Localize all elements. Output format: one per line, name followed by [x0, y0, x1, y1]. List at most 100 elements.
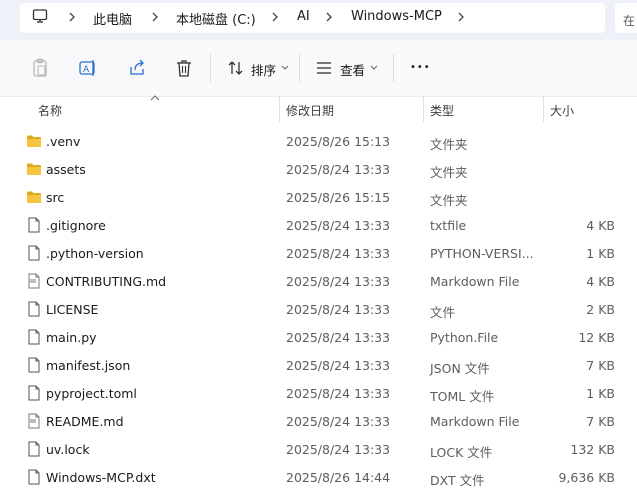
breadcrumb-item-this-pc[interactable]: 此电脑 [93, 9, 132, 28]
file-row[interactable]: pyproject.toml 2025/8/24 13:33 TOML 文件 1 KB [0, 379, 637, 407]
file-icon [28, 469, 40, 485]
chevron-right-icon[interactable] [66, 11, 78, 23]
chevron-down-icon [370, 65, 378, 70]
column-divider[interactable] [543, 96, 544, 122]
file-row[interactable]: assets 2025/8/24 13:33 文件夹 [0, 155, 637, 183]
file-icon [28, 245, 40, 261]
file-name: CONTRIBUTING.md [46, 274, 167, 289]
file-row[interactable]: src 2025/8/26 15:15 文件夹 [0, 183, 637, 211]
breadcrumb-item-windows-mcp[interactable]: Windows-MCP [351, 9, 442, 24]
file-date-modified: 2025/8/24 13:33 [286, 414, 391, 429]
file-name: manifest.json [46, 358, 131, 373]
file-type: txtfile [430, 218, 467, 233]
file-size: 4 KB [586, 274, 615, 289]
file-date-modified: 2025/8/24 13:33 [286, 442, 391, 457]
file-name: uv.lock [46, 442, 90, 457]
sort-icon [228, 61, 243, 75]
chevron-right-icon[interactable] [269, 11, 281, 23]
file-date-modified: 2025/8/24 13:33 [286, 218, 391, 233]
file-size: 1 KB [586, 386, 615, 401]
command-bar: A 排序 查看 ••• [0, 40, 637, 97]
file-size: 7 KB [586, 358, 615, 373]
file-icon [28, 217, 40, 233]
toolbar-divider [299, 54, 300, 82]
file-type: 文件夹 [430, 165, 468, 180]
file-date-modified: 2025/8/24 13:33 [286, 302, 391, 317]
file-type: Python.File [430, 330, 499, 345]
chevron-down-icon [281, 65, 289, 70]
file-row[interactable]: main.py 2025/8/24 13:33 Python.File 12 KB [0, 323, 637, 351]
file-size: 7 KB [586, 414, 615, 429]
file-name: .venv [46, 134, 81, 149]
file-size: 132 KB [570, 442, 615, 457]
file-row[interactable]: CONTRIBUTING.md 2025/8/24 13:33 Markdown F… [0, 267, 637, 295]
file-row[interactable]: .gitignore 2025/8/24 13:33 txtfile 4 KB [0, 211, 637, 239]
share-icon[interactable] [127, 58, 147, 78]
file-type: 文件 [430, 305, 456, 320]
file-type: TOML 文件 [430, 389, 495, 404]
file-icon [28, 385, 40, 401]
view-label: 查看 [340, 63, 366, 78]
file-date-modified: 2025/8/24 13:33 [286, 330, 391, 345]
breadcrumb-item-ai[interactable]: AI [297, 9, 310, 24]
file-type: LOCK 文件 [430, 445, 493, 460]
folder-icon [27, 191, 41, 203]
file-row[interactable]: .venv 2025/8/26 15:13 文件夹 [0, 127, 637, 155]
file-date-modified: 2025/8/26 14:44 [286, 470, 391, 485]
file-date-modified: 2025/8/24 13:33 [286, 358, 391, 373]
file-name: .gitignore [46, 218, 106, 233]
file-row[interactable]: .python-version 2025/8/24 13:33 PYTHON-VER… [0, 239, 637, 267]
search-placeholder: 在 [623, 14, 636, 28]
svg-text:A: A [83, 65, 90, 75]
more-options-button[interactable]: ••• [410, 62, 431, 73]
column-header-size[interactable]: 大小 [550, 102, 574, 119]
file-size: 1 KB [586, 246, 615, 261]
file-row[interactable]: LICENSE 2025/8/24 13:33 文件 2 KB [0, 295, 637, 323]
file-type: JSON 文件 [430, 361, 490, 376]
column-header-type[interactable]: 类型 [430, 102, 454, 119]
file-name: Windows-MCP.dxt [46, 470, 156, 485]
file-date-modified: 2025/8/26 15:13 [286, 134, 391, 149]
file-row[interactable]: README.md 2025/8/24 13:33 Markdown File 7 K… [0, 407, 637, 435]
file-icon [28, 329, 40, 345]
address-bar: 此电脑 本地磁盘 (C:) AI Windows-MCP 在 [0, 0, 637, 40]
search-box[interactable]: 在 [615, 3, 637, 33]
file-date-modified: 2025/8/26 15:15 [286, 190, 391, 205]
chevron-right-icon[interactable] [149, 11, 161, 23]
file-size: 9,636 KB [558, 470, 615, 485]
chevron-right-icon[interactable] [455, 11, 467, 23]
file-name: src [46, 190, 65, 205]
file-icon [28, 357, 40, 373]
file-name: pyproject.toml [46, 386, 137, 401]
file-icon [28, 301, 40, 317]
file-name: LICENSE [46, 302, 99, 317]
view-list-icon [317, 62, 331, 74]
column-header-date[interactable]: 修改日期 [286, 102, 334, 119]
file-type: Markdown File [430, 414, 520, 429]
file-size: 4 KB [586, 218, 615, 233]
file-size: 2 KB [586, 302, 615, 317]
sort-ascending-icon [150, 95, 160, 101]
file-row[interactable]: manifest.json 2025/8/24 13:33 JSON 文件 7 KB [0, 351, 637, 379]
column-divider[interactable] [279, 96, 280, 122]
file-row[interactable]: Windows-MCP.dxt 2025/8/26 14:44 DXT 文件 9,63… [0, 463, 637, 491]
column-header: 名称 修改日期 类型 大小 [0, 95, 637, 122]
column-header-name[interactable]: 名称 [38, 102, 62, 119]
file-date-modified: 2025/8/24 13:33 [286, 386, 391, 401]
sort-label: 排序 [251, 63, 277, 78]
file-date-modified: 2025/8/24 13:33 [286, 246, 391, 261]
toolbar-divider [210, 54, 211, 82]
delete-icon[interactable] [174, 58, 194, 78]
breadcrumb-item-local-disk[interactable]: 本地磁盘 (C:) [176, 9, 256, 28]
markdown-file-icon [28, 413, 40, 429]
column-divider[interactable] [423, 96, 424, 122]
monitor-icon[interactable] [32, 8, 48, 24]
folder-icon [27, 163, 41, 175]
file-name: README.md [46, 414, 124, 429]
chevron-right-icon[interactable] [323, 11, 335, 23]
file-type: PYTHON-VERSI... [430, 246, 534, 261]
file-date-modified: 2025/8/24 13:33 [286, 162, 391, 177]
file-row[interactable]: uv.lock 2025/8/24 13:33 LOCK 文件 132 KB [0, 435, 637, 463]
rename-icon[interactable]: A [78, 58, 98, 78]
paste-icon[interactable] [30, 58, 50, 78]
